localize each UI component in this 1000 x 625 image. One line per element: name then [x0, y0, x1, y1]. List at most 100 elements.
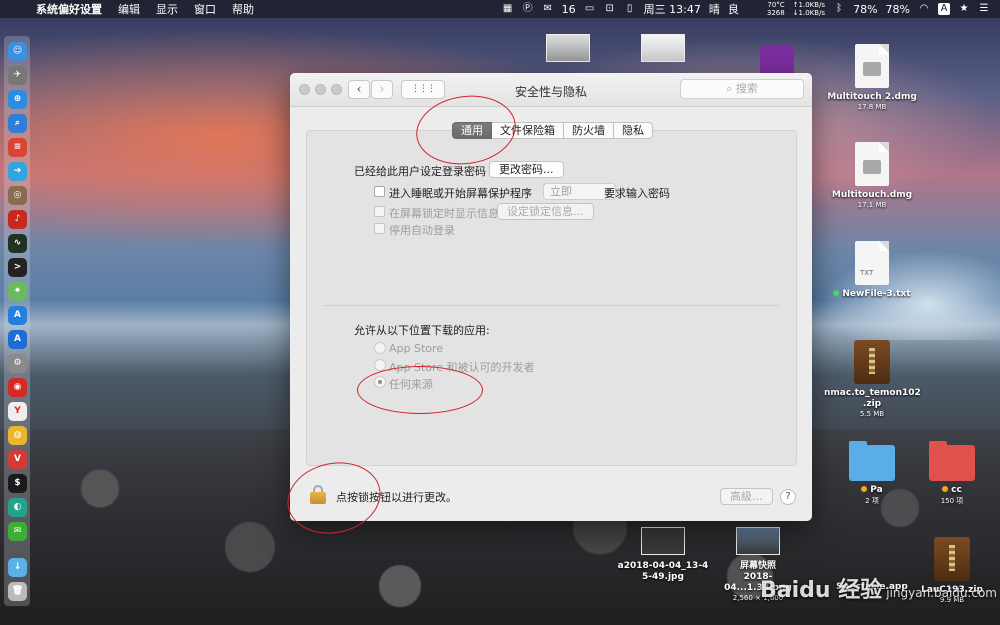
desktop-thumbnail-2[interactable] — [641, 34, 685, 62]
downloads-icon[interactable]: ↓ — [8, 558, 27, 577]
activity-monitor-icon[interactable]: ∿ — [8, 234, 27, 253]
desktop-file-nmac-zip[interactable]: nmac.to_temon102 .zip 5.5 MB — [824, 340, 921, 418]
air-quality[interactable]: 良 — [728, 1, 739, 17]
phone-icon[interactable]: ▯ — [624, 3, 636, 15]
baidu-watermark: Baidu 经验 jingyan.baidu.com — [760, 572, 997, 604]
network-speed[interactable]: ↑1.0KB/s ↓1.0KB/s — [793, 1, 825, 17]
red-folder-icon — [929, 441, 975, 481]
jpg-thumbnail — [641, 527, 685, 555]
clock[interactable]: 周三 13:47 — [644, 1, 701, 17]
trash-icon[interactable]: 🗑 — [8, 582, 27, 601]
require-password-label: 进入睡眠或开始屏幕保护程序 — [389, 187, 532, 200]
advanced-button[interactable]: 高级... — [720, 488, 773, 505]
txt-file-label: TXT — [860, 269, 874, 277]
terminal-icon[interactable]: > — [8, 258, 27, 277]
show-message-checkbox[interactable] — [374, 206, 385, 217]
desktop-thumbnail-1[interactable] — [546, 34, 590, 62]
source-app-store-radio[interactable] — [374, 342, 386, 354]
menu-app-name[interactable]: 系统偏好设置 — [28, 1, 110, 17]
menu-edit[interactable]: 编辑 — [110, 1, 148, 17]
menu-view[interactable]: 显示 — [148, 1, 186, 17]
folder-name-text: cc — [951, 485, 962, 495]
show-message-label: 在屏幕锁定时显示信息 — [389, 207, 499, 220]
vivaldi-icon[interactable]: V — [8, 450, 27, 469]
file-name: Multitouch 2.dmg — [827, 92, 917, 102]
menu-window[interactable]: 窗口 — [186, 1, 224, 17]
wechat-dock-icon[interactable]: ✉ — [8, 522, 27, 541]
tab-firewall[interactable]: 防火墙 — [564, 122, 614, 139]
desktop-file-multitouch2[interactable]: Multitouch 2.dmg 17.8 MB — [824, 44, 920, 111]
menu-help[interactable]: 帮助 — [224, 1, 262, 17]
settings-panel: 已经给此用户设定登录密码 更改密码... 进入睡眠或开始屏幕保护程序 立即 ⇕ 要… — [306, 130, 797, 466]
system-preferences-icon[interactable]: ⚙ — [8, 354, 27, 373]
password-set-label: 已经给此用户设定登录密码 — [354, 165, 486, 178]
wechat-icon[interactable]: ✉ — [542, 3, 554, 15]
pushbullet-icon[interactable]: Ⓟ — [522, 3, 534, 15]
battery-percent-2[interactable]: 78% — [886, 3, 910, 16]
require-password-checkbox[interactable] — [374, 186, 385, 197]
orange-tag-dot — [861, 486, 868, 492]
tab-privacy[interactable]: 隐私 — [614, 122, 653, 139]
allow-apps-heading: 允许从以下位置下载的应用: — [354, 324, 490, 337]
disk-utility-icon[interactable]: ◎ — [8, 186, 27, 205]
input-method[interactable]: A — [938, 3, 950, 15]
magnifier-icon: ⌕ — [726, 82, 736, 95]
list-icon[interactable]: ☰ — [978, 3, 990, 15]
bluetooth-icon[interactable]: ᛒ — [833, 3, 845, 15]
chrome-icon[interactable]: ◍ — [8, 426, 27, 445]
netease-cloud-icon[interactable]: ◉ — [8, 378, 27, 397]
dmg-file-icon — [855, 44, 889, 88]
screenshot-icon[interactable]: ⊡ — [604, 3, 616, 15]
green-app-icon[interactable]: ◐ — [8, 498, 27, 517]
maps-icon[interactable]: ⌖ — [8, 282, 27, 301]
sensor-readout[interactable]: 70°C 3268 — [767, 1, 785, 17]
terminal-2-icon[interactable]: $ — [8, 474, 27, 493]
desktop-folder-cc[interactable]: cc 150 项 — [904, 441, 1000, 506]
change-password-button[interactable]: 更改密码... — [489, 161, 564, 178]
star-icon[interactable]: ★ — [958, 3, 970, 15]
status-area: ▦ Ⓟ ✉ 16 ▭ ⊡ ▯ 周三 13:47 晴 良 70°C 3268 ↑1… — [502, 1, 1000, 17]
security-privacy-window: ‹ › ⋮⋮⋮ 安全性与隐私 ⌕ 搜索 已经给此用户设定登录密码 更改密码...… — [290, 73, 812, 521]
display-icon[interactable]: ▭ — [584, 3, 596, 15]
grid-status-icon[interactable]: ▦ — [502, 3, 514, 15]
png-thumbnail — [736, 527, 780, 555]
file-name: Multitouch.dmg — [831, 190, 913, 200]
netease-music-icon[interactable]: ♪ — [8, 210, 27, 229]
disable-autologin-checkbox[interactable] — [374, 223, 385, 234]
file-name: nmac.to_temon102 .zip — [824, 388, 921, 409]
menu-bar: 系统偏好设置 编辑 显示 窗口 帮助 ▦ Ⓟ ✉ 16 ▭ ⊡ ▯ 周三 13:… — [0, 0, 1000, 18]
file-size: 17.8 MB — [857, 103, 887, 111]
safari-icon[interactable]: ⊕ — [8, 90, 27, 109]
folder-count: 150 项 — [940, 497, 964, 505]
desktop-file-multitouch[interactable]: Multitouch.dmg 17.1 MB — [824, 142, 920, 209]
yandex-icon[interactable]: Y — [8, 402, 27, 421]
source-app-store-label: App Store — [389, 342, 444, 355]
blue-folder-icon — [849, 441, 895, 481]
title-bar: ‹ › ⋮⋮⋮ 安全性与隐私 ⌕ 搜索 — [290, 73, 812, 107]
dock: ☺ ✈ ⊕ ⌕ ≡ ➔ ◎ ♪ ∿ > ⌖ A A ⚙ ◉ Y ◍ V $ ◐ … — [4, 36, 30, 606]
weather[interactable]: 晴 — [709, 1, 720, 17]
preview-icon[interactable]: ⌕ — [8, 114, 27, 133]
battery-percent-1[interactable]: 78% — [853, 3, 877, 16]
transfer-icon[interactable]: ➔ — [8, 162, 27, 181]
launchpad-icon[interactable]: ✈ — [8, 66, 27, 85]
wifi-icon[interactable]: ◠ — [918, 3, 930, 15]
finder-icon[interactable]: ☺ — [8, 42, 27, 61]
search-field[interactable]: ⌕ 搜索 — [680, 79, 804, 99]
desktop-file-jpg[interactable]: a2018-04-04_13-4 5-49.jpg — [615, 527, 711, 583]
app-store-blue-icon[interactable]: A — [8, 330, 27, 349]
help-button[interactable]: ? — [780, 489, 796, 505]
require-delay-value: 立即 — [550, 185, 572, 198]
zip-archive-icon — [854, 340, 890, 384]
file-size: 17.1 MB — [857, 201, 887, 209]
desktop-file-newfile[interactable]: TXT NewFile-3.txt — [824, 241, 920, 300]
app-red-icon[interactable]: ≡ — [8, 138, 27, 157]
app-store-icon[interactable]: A — [8, 306, 27, 325]
apple-status-icon[interactable] — [747, 3, 759, 15]
disable-autologin-label: 停用自动登录 — [389, 224, 455, 237]
wechat-count: 16 — [561, 2, 576, 16]
set-lock-message-button[interactable]: 设定锁定信息... — [497, 203, 594, 220]
file-name-text: NewFile-3.txt — [842, 289, 911, 299]
green-tag-dot — [833, 290, 840, 296]
dmg-file-icon — [855, 142, 889, 186]
